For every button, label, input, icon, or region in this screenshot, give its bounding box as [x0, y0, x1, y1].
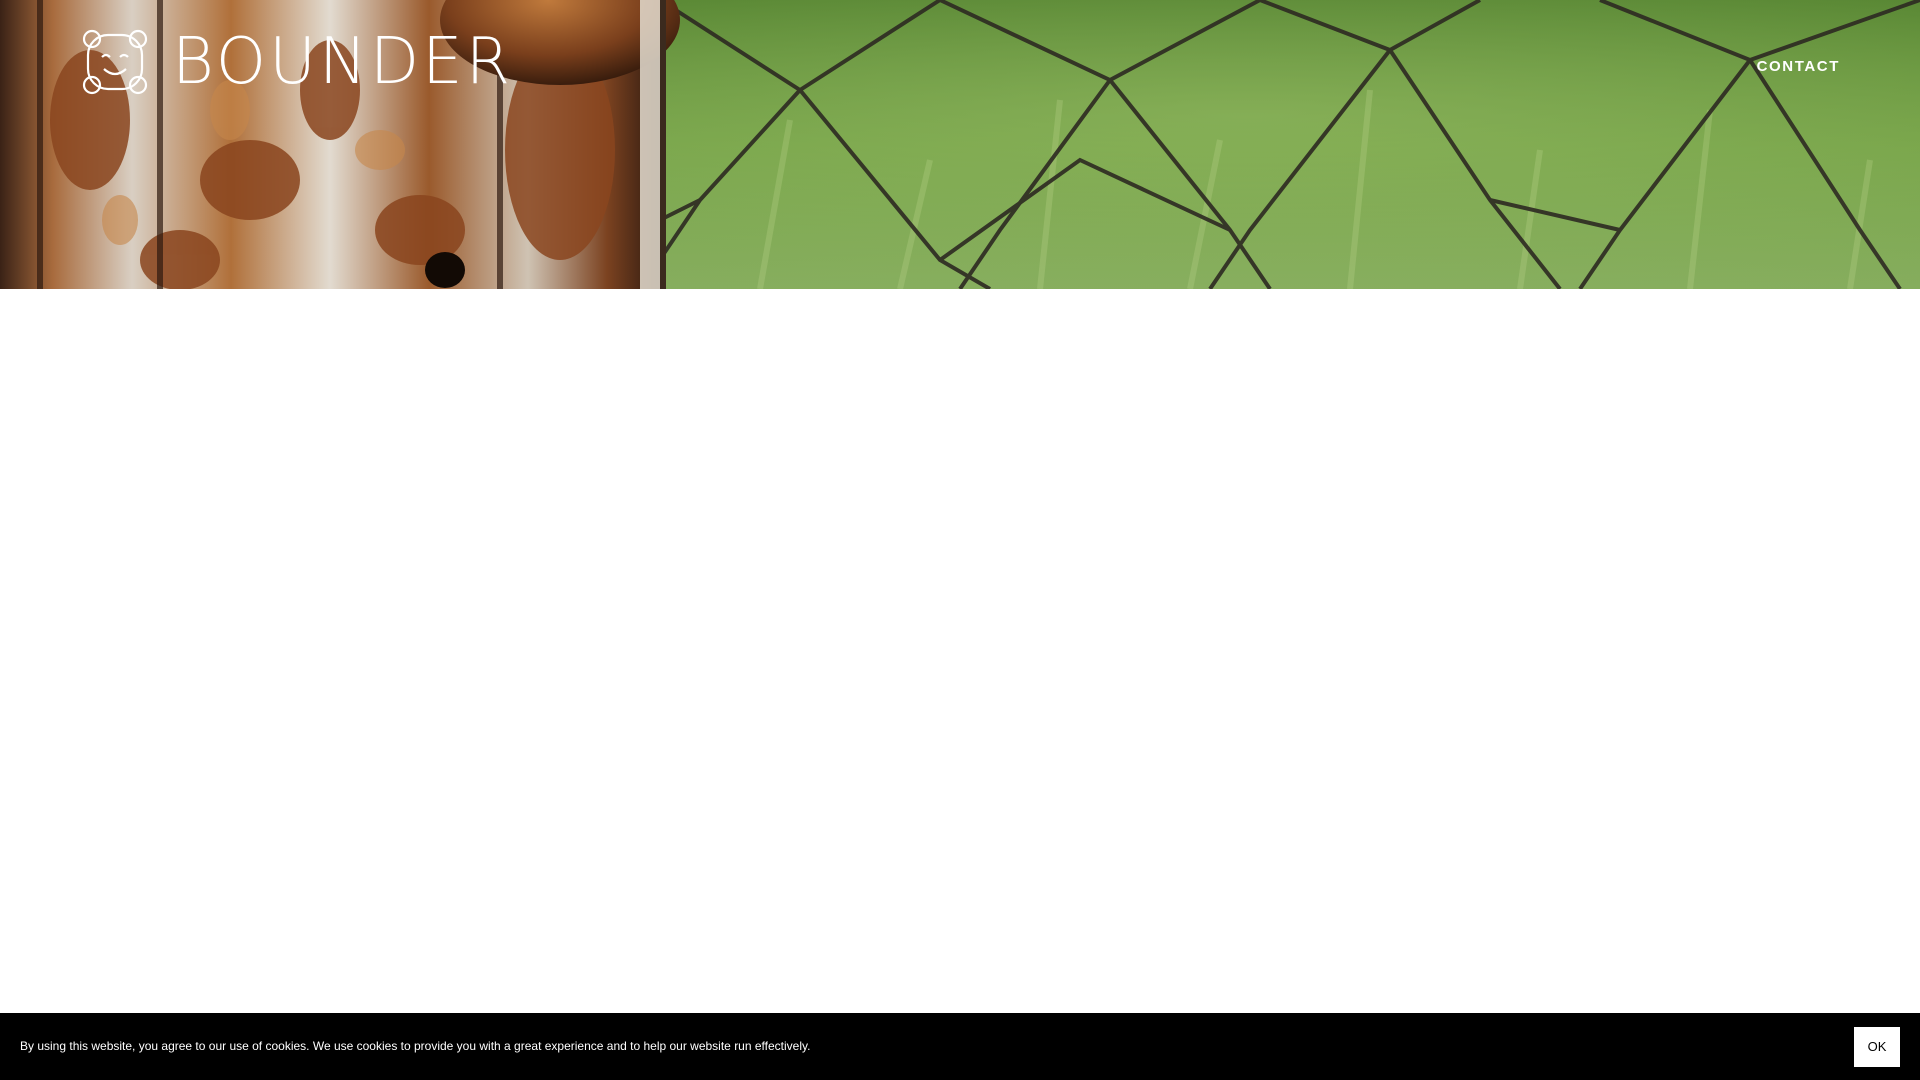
page: BOUNDER CONTACT By using this website, y… — [0, 0, 1920, 1080]
hero-banner: BOUNDER CONTACT — [0, 0, 1920, 289]
cookie-ok-button[interactable]: OK — [1854, 1026, 1900, 1067]
cookie-message: By using this website, you agree to our … — [20, 1038, 811, 1053]
cookie-consent-bar: By using this website, you agree to our … — [0, 1013, 1920, 1080]
smiling-face-logo-icon — [82, 29, 148, 95]
nav-contact-link[interactable]: CONTACT — [1757, 58, 1840, 75]
logo-link[interactable]: BOUNDER — [80, 27, 513, 97]
main-content — [0, 289, 1920, 1013]
logo-wordmark: BOUNDER — [172, 25, 514, 99]
